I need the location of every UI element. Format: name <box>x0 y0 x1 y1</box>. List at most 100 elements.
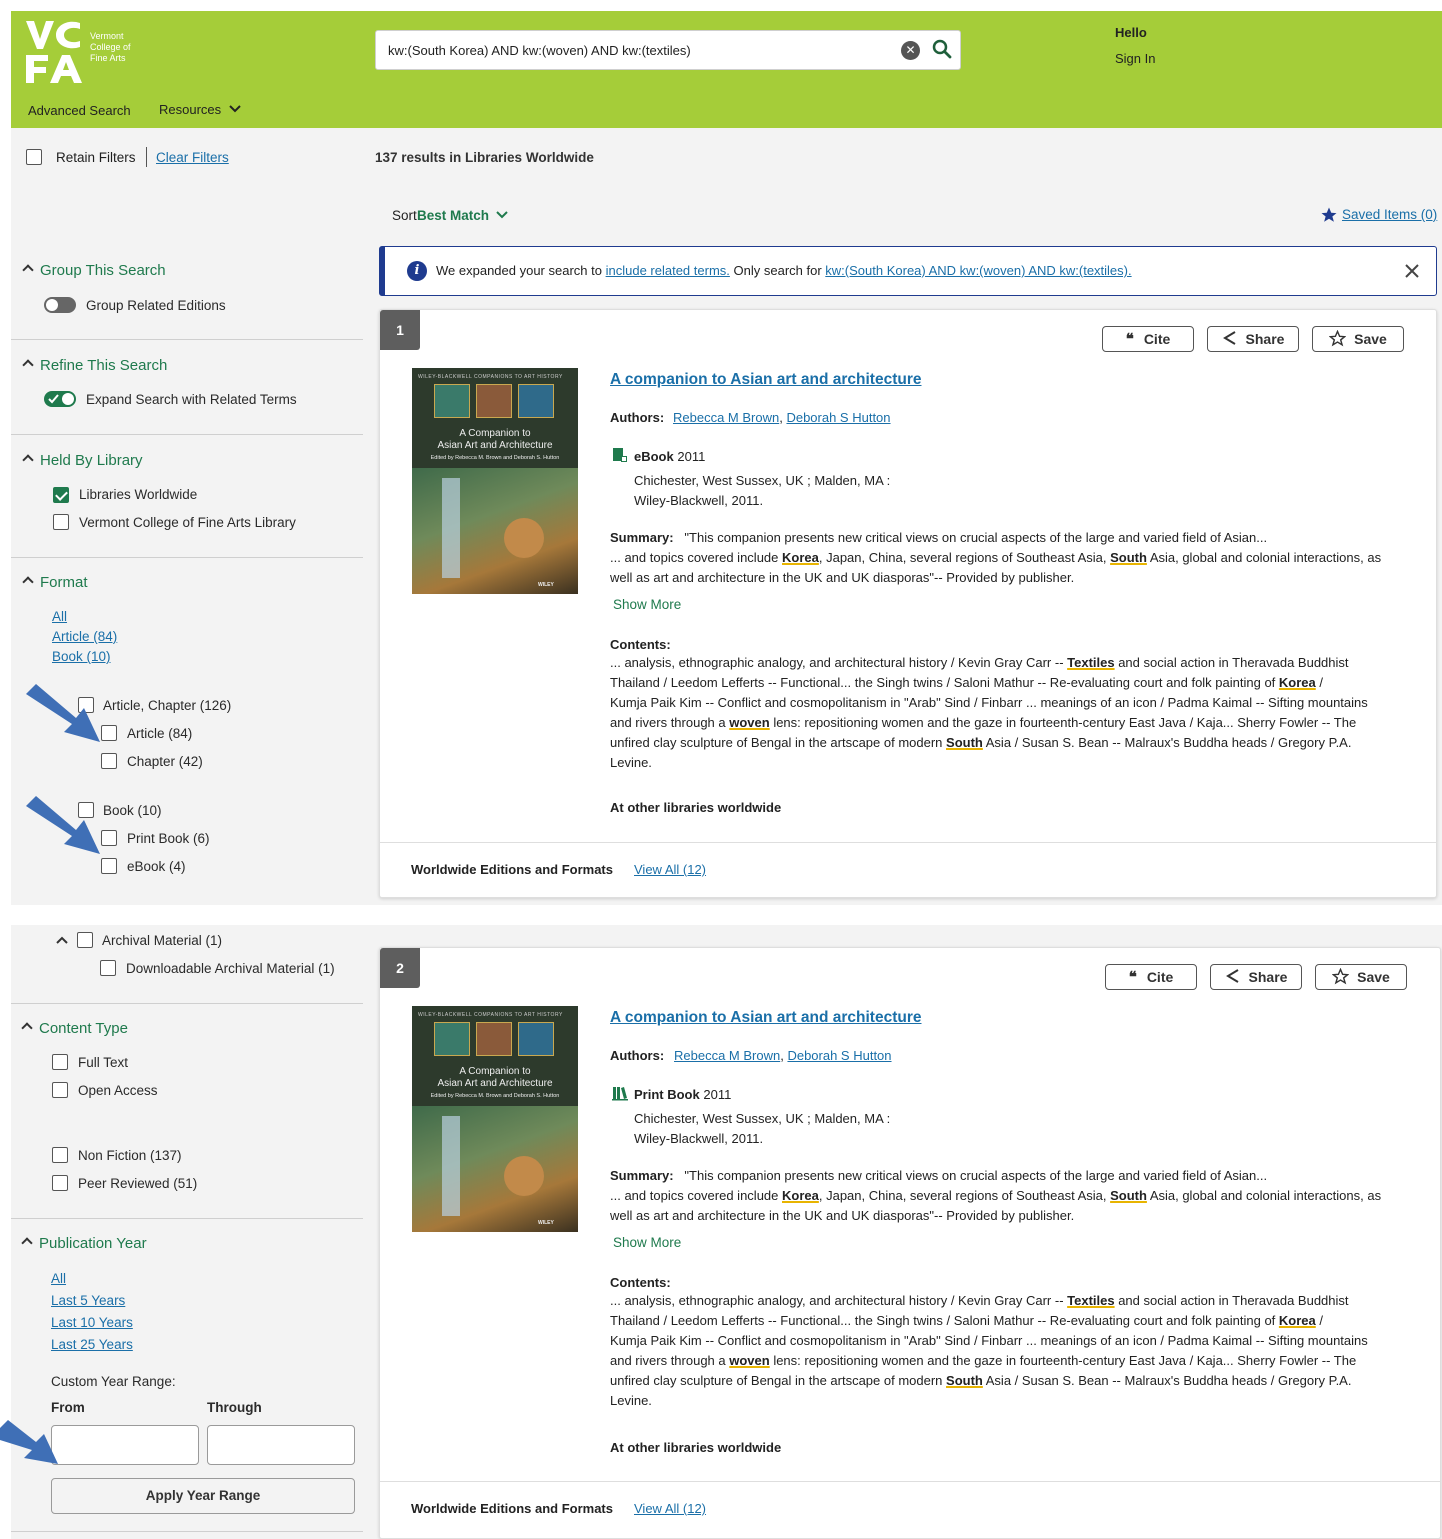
archival-checkbox[interactable] <box>77 932 93 948</box>
year-all-link[interactable]: All <box>51 1271 66 1286</box>
chevron-up-icon[interactable] <box>56 935 68 945</box>
star-icon <box>1321 207 1337 222</box>
search-input[interactable] <box>388 39 888 61</box>
from-year-input[interactable] <box>51 1425 199 1465</box>
contents-line: and rivers through a woven lens: reposit… <box>610 715 1357 730</box>
contents-line: ... analysis, ethnographic analogy, and … <box>610 1293 1349 1308</box>
show-more-link[interactable]: Show More <box>613 1233 681 1253</box>
author-link[interactable]: Deborah S Hutton <box>786 410 890 425</box>
vcfa-library-checkbox[interactable] <box>53 514 69 530</box>
view-all-link[interactable]: View All (12) <box>634 1499 706 1519</box>
group-search-toggle[interactable]: Group This Search <box>22 262 166 279</box>
open-access-checkbox[interactable] <box>52 1082 68 1098</box>
logo-text: Vermont College of Fine Arts <box>90 31 131 64</box>
downloadable-archival-checkbox[interactable] <box>100 960 116 976</box>
from-label: From <box>51 1400 85 1415</box>
publication-year-title: Publication Year <box>39 1235 147 1252</box>
archival-label: Archival Material (1) <box>102 933 223 948</box>
refine-search-toggle[interactable]: Refine This Search <box>22 357 167 374</box>
show-more-link[interactable]: Show More <box>613 595 681 615</box>
author-link[interactable]: Rebecca M Brown <box>673 410 779 425</box>
year-last-10-link[interactable]: Last 10 Years <box>51 1315 133 1330</box>
chapter-checkbox[interactable] <box>101 753 117 769</box>
only-search-link[interactable]: kw:(South Korea) AND kw:(woven) AND kw:(… <box>825 263 1131 278</box>
cite-label: Cite <box>1146 969 1174 985</box>
quote-icon: ❝ <box>1125 330 1134 348</box>
saved-items-link[interactable]: Saved Items (0) <box>1342 207 1437 222</box>
open-access-label: Open Access <box>78 1083 158 1098</box>
ebook-icon <box>613 448 627 462</box>
vcfa-logo[interactable]: Vermont College of Fine Arts <box>24 19 164 85</box>
cite-button[interactable]: ❝ Cite <box>1105 964 1197 990</box>
logo-line-1: Vermont <box>90 31 124 41</box>
share-label: Share <box>1245 331 1285 347</box>
advanced-search-link[interactable]: Advanced Search <box>28 103 131 118</box>
format-all-link[interactable]: All <box>52 609 67 624</box>
summary-line-2: ... and topics covered include Korea, Ja… <box>610 550 1382 565</box>
filter-bar: Retain Filters Clear Filters 137 results… <box>11 128 1442 187</box>
retain-filters-label: Retain Filters <box>56 150 136 165</box>
share-icon <box>1225 969 1239 983</box>
contents-line: unfired clay sculpture of Bengal in the … <box>610 1373 1352 1388</box>
format-article-link[interactable]: Article (84) <box>52 629 117 644</box>
full-text-checkbox[interactable] <box>52 1054 68 1070</box>
retain-filters-checkbox[interactable] <box>26 149 42 165</box>
contents-line: Thailand / Leedom Lefferts -- Functional… <box>610 1313 1323 1328</box>
peer-reviewed-checkbox[interactable] <box>52 1175 68 1191</box>
cite-button[interactable]: ❝ Cite <box>1102 326 1194 352</box>
apply-year-range-button[interactable]: Apply Year Range <box>51 1478 355 1514</box>
share-button[interactable]: Share <box>1207 326 1299 352</box>
group-related-toggle[interactable] <box>44 297 76 313</box>
editions-label: Worldwide Editions and Formats <box>411 862 613 877</box>
libraries-worldwide-checkbox[interactable] <box>53 487 69 504</box>
year-label: 2011 <box>677 449 706 464</box>
content-type-toggle[interactable]: Content Type <box>21 1020 128 1037</box>
save-button[interactable]: Save <box>1312 326 1404 352</box>
non-fiction-checkbox[interactable] <box>52 1147 68 1163</box>
highlight-term: Korea <box>1278 675 1316 690</box>
expand-related-toggle[interactable] <box>44 391 76 407</box>
result-title-link[interactable]: A companion to Asian art and architectur… <box>610 371 922 389</box>
banner-pre: We expanded your search to <box>436 263 602 278</box>
author-link[interactable]: Rebecca M Brown <box>674 1048 780 1063</box>
year-last-5-link[interactable]: Last 5 Years <box>51 1293 125 1308</box>
cover-line-2: Asian Art and Architecture <box>437 440 553 451</box>
format-book-link[interactable]: Book (10) <box>52 649 111 664</box>
author-link[interactable]: Deborah S Hutton <box>787 1048 891 1063</box>
sort-value: Best Match <box>417 208 490 223</box>
include-related-terms-link[interactable]: include related terms. <box>606 263 730 278</box>
year-label: 2011 <box>703 1087 732 1102</box>
summary-line-3: well as art and architecture in the UK a… <box>610 570 1075 585</box>
result-number: 2 <box>380 948 420 988</box>
highlight-term: Textiles <box>1067 1293 1115 1308</box>
save-button[interactable]: Save <box>1315 964 1407 990</box>
resources-menu[interactable]: Resources <box>159 102 241 117</box>
vcfa-library-label: Vermont College of Fine Arts Library <box>79 515 296 530</box>
format-label: eBook <box>634 449 674 464</box>
book-cover-image[interactable]: WILEY-BLACKWELL COMPANIONS TO ART HISTOR… <box>412 1006 578 1232</box>
close-icon[interactable] <box>1404 263 1420 279</box>
through-year-input[interactable] <box>207 1425 355 1465</box>
format-toggle[interactable]: Format <box>22 574 88 591</box>
clear-filters-link[interactable]: Clear Filters <box>156 150 229 165</box>
sort-dropdown[interactable]: Best Match <box>417 208 508 223</box>
divider <box>146 147 147 167</box>
sign-in-link[interactable]: Sign In <box>1115 51 1155 66</box>
held-by-library-toggle[interactable]: Held By Library <box>22 452 143 469</box>
resources-label: Resources <box>159 102 222 117</box>
publication-year-toggle[interactable]: Publication Year <box>21 1235 147 1252</box>
search-icon[interactable] <box>931 38 953 60</box>
share-button[interactable]: Share <box>1210 964 1302 990</box>
full-text-label: Full Text <box>78 1055 129 1070</box>
year-last-25-link[interactable]: Last 25 Years <box>51 1337 133 1352</box>
share-label: Share <box>1248 969 1288 985</box>
view-all-link[interactable]: View All (12) <box>634 860 706 880</box>
ebook-checkbox[interactable] <box>101 858 117 874</box>
result-title-link[interactable]: A companion to Asian art and architectur… <box>610 1009 922 1027</box>
clear-search-icon[interactable]: ✕ <box>901 41 920 60</box>
book-cover-image[interactable]: WILEY-BLACKWELL COMPANIONS TO ART HISTOR… <box>412 368 578 594</box>
expand-related-label: Expand Search with Related Terms <box>86 392 297 407</box>
print-book-icon <box>612 1087 628 1101</box>
group-related-label: Group Related Editions <box>86 298 226 313</box>
site-header: Vermont College of Fine Arts ✕ Hello Sig… <box>11 11 1442 128</box>
